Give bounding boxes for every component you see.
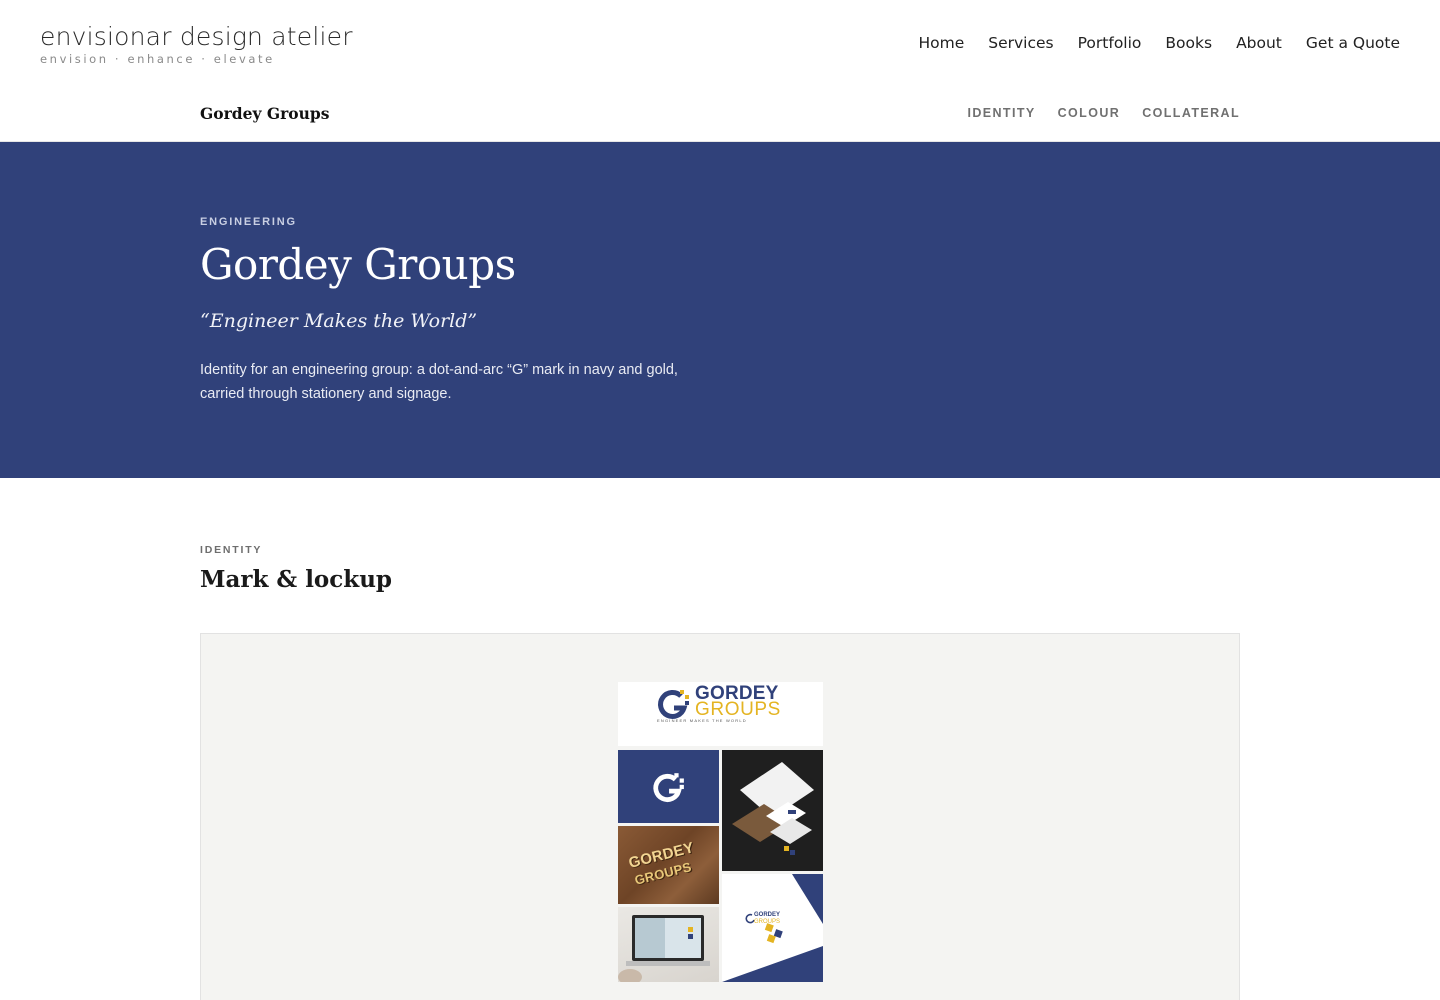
g-mark-white-icon bbox=[653, 773, 684, 802]
stationery-mockup-graphic bbox=[732, 762, 814, 855]
identity-title: Mark & lockup bbox=[200, 566, 393, 593]
main-nav: Home Services Portfolio Books About Get … bbox=[918, 34, 1400, 52]
navy-mark-tile bbox=[618, 750, 719, 823]
hero-tagline-quote: “Engineer Makes the World” bbox=[200, 310, 478, 332]
letterhead-word-gordey: GORDEY bbox=[754, 912, 781, 918]
wood-signage-tile: GORDEY GROUPS bbox=[618, 826, 719, 904]
letterhead-mockup-tile: GORDEY GROUPS bbox=[722, 874, 823, 982]
hero-description: Identity for an engineering group: a dot… bbox=[200, 362, 678, 402]
laptop-mockup-tile bbox=[618, 907, 719, 982]
section-link-colour[interactable]: COLOUR bbox=[1058, 106, 1121, 120]
section-link-identity[interactable]: IDENTITY bbox=[967, 106, 1035, 120]
section-nav: IDENTITY COLOUR COLLATERAL bbox=[967, 106, 1240, 120]
identity-showcase: GORDEY GROUPS ENGINEER MAKES THE WORLD G… bbox=[200, 633, 1240, 1000]
g-mark-icon bbox=[658, 690, 689, 719]
nav-services[interactable]: Services bbox=[988, 34, 1053, 52]
nav-get-a-quote[interactable]: Get a Quote bbox=[1306, 34, 1400, 52]
letterhead-mockup-graphic bbox=[722, 874, 823, 982]
identity-eyebrow: IDENTITY bbox=[200, 544, 263, 556]
brand-tagline: envision · enhance · elevate bbox=[40, 52, 275, 66]
logo-lockup-tile: GORDEY GROUPS ENGINEER MAKES THE WORLD bbox=[618, 682, 823, 746]
site-header: envisionar design atelier envision · enh… bbox=[0, 0, 1440, 88]
letterhead-word-groups: GROUPS bbox=[754, 919, 781, 925]
project-title: Gordey Groups bbox=[200, 104, 330, 123]
hero-title: Gordey Groups bbox=[200, 240, 516, 289]
section-link-collateral[interactable]: COLLATERAL bbox=[1142, 106, 1240, 120]
nav-portfolio[interactable]: Portfolio bbox=[1078, 34, 1142, 52]
nav-books[interactable]: Books bbox=[1165, 34, 1212, 52]
project-subheader: Gordey Groups IDENTITY COLOUR COLLATERAL bbox=[0, 88, 1440, 142]
hero-category: ENGINEERING bbox=[200, 216, 297, 228]
brand-collage-image[interactable]: GORDEY GROUPS ENGINEER MAKES THE WORLD G… bbox=[618, 682, 823, 982]
laptop-mockup-graphic bbox=[618, 915, 710, 982]
nav-about[interactable]: About bbox=[1236, 34, 1282, 52]
nav-home[interactable]: Home bbox=[918, 34, 964, 52]
brand-name: envisionar design atelier bbox=[40, 22, 353, 51]
stationery-mockup-tile bbox=[722, 750, 823, 871]
brand-logo[interactable]: envisionar design atelier envision · enh… bbox=[40, 22, 353, 66]
hero-banner: ENGINEERING Gordey Groups “Engineer Make… bbox=[0, 142, 1440, 478]
logo-tagline: ENGINEER MAKES THE WORLD bbox=[657, 718, 747, 723]
